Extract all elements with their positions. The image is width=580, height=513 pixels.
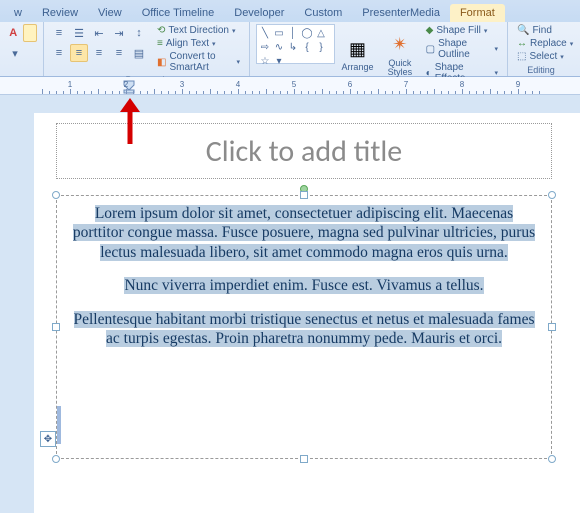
align-text-icon: ≡ — [157, 38, 163, 49]
tab-presentermedia[interactable]: PresenterMedia — [352, 4, 450, 22]
resize-handle-n[interactable] — [300, 191, 308, 199]
shape-arrow-icon: ⇨ — [259, 41, 271, 53]
decrease-indent-icon[interactable]: ⇤ — [90, 24, 108, 42]
chevron-down-icon: ▾ — [494, 45, 498, 53]
title-placeholder[interactable]: Click to add title — [56, 123, 552, 179]
shape-outline-icon: ▢ — [426, 44, 435, 55]
replace-icon: ↔ — [517, 38, 527, 49]
shape-oval-icon: ◯ — [301, 27, 313, 39]
shape-star-icon: ☆ — [259, 55, 271, 67]
title-placeholder-text: Click to add title — [206, 133, 402, 170]
shape-conn-icon: ↳ — [287, 41, 299, 53]
numbering-icon[interactable]: ☰ — [70, 24, 88, 42]
tab-review[interactable]: Review — [32, 4, 88, 22]
chevron-down-icon: ▾ — [494, 69, 498, 77]
ribbon: A ▾ ≡ ☰ ⇤ ⇥ ↕ ≡ ≡ ≡ ≡ — [0, 22, 580, 77]
shapes-gallery[interactable]: ╲ ▭ │ ◯ △ ⇨ ∿ ↳ { } ☆ ▾ — [256, 24, 335, 64]
shape-outline-button[interactable]: ▢ Shape Outline ▾ — [423, 37, 501, 61]
ribbon-group-drawing: ╲ ▭ │ ◯ △ ⇨ ∿ ↳ { } ☆ ▾ ▦ Arrange ✴ Quic… — [250, 22, 508, 76]
chevron-down-icon: ▾ — [570, 40, 574, 48]
resize-handle-se[interactable] — [548, 455, 556, 463]
tab-w[interactable]: w — [4, 4, 32, 22]
text-direction-icon: ⟲ — [157, 25, 165, 36]
align-right-icon[interactable]: ≡ — [90, 44, 108, 62]
resize-handle-ne[interactable] — [548, 191, 556, 199]
ruler-number: 1 — [68, 80, 72, 89]
arrange-button[interactable]: ▦ Arrange — [338, 24, 377, 85]
replace-button[interactable]: ↔ Replace ▾ — [514, 37, 568, 50]
shape-fill-icon: ◆ — [426, 25, 434, 36]
resize-handle-w[interactable] — [52, 323, 60, 331]
ruler-number: 8 — [460, 80, 464, 89]
ruler-number: 5 — [292, 80, 296, 89]
find-icon: 🔍 — [517, 25, 529, 36]
tab-custom[interactable]: Custom — [294, 4, 352, 22]
tab-office-timeline[interactable]: Office Timeline — [132, 4, 225, 22]
columns-icon[interactable]: ▤ — [130, 44, 148, 62]
line-spacing-icon[interactable]: ↕ — [130, 24, 148, 42]
quick-styles-icon: ✴ — [388, 33, 412, 57]
resize-handle-s[interactable] — [300, 455, 308, 463]
text-direction-button[interactable]: ⟲ Text Direction ▾ — [154, 24, 243, 37]
horizontal-ruler[interactable]: 1 2 3 4 5 6 7 8 9 — [0, 77, 580, 95]
ribbon-group-font-partial: A ▾ — [0, 22, 44, 76]
ruler-number: 6 — [348, 80, 352, 89]
justify-icon[interactable]: ≡ — [110, 44, 128, 62]
ruler-number: 2 — [124, 80, 128, 89]
shape-tri-icon: △ — [315, 27, 327, 39]
ruler-number: 7 — [404, 80, 408, 89]
slide[interactable]: Click to add title Lorem ipsum dolor sit… — [34, 113, 580, 513]
ruler-number: 9 — [516, 80, 520, 89]
chevron-down-icon: ▾ — [560, 53, 564, 61]
increase-indent-icon[interactable]: ⇥ — [110, 24, 128, 42]
paragraph-3[interactable]: Pellentesque habitant morbi tristique se… — [71, 310, 537, 349]
chevron-down-icon: ▾ — [484, 27, 488, 35]
shape-fill-button[interactable]: ◆ Shape Fill ▾ — [423, 24, 501, 37]
slide-canvas[interactable]: Click to add title Lorem ipsum dolor sit… — [0, 95, 580, 513]
highlight-color-icon[interactable] — [23, 24, 38, 42]
align-left-icon[interactable]: ≡ — [50, 44, 68, 62]
ruler-number: 4 — [236, 80, 240, 89]
ribbon-group-editing: 🔍 Find ↔ Replace ▾ ⬚ Select ▾ Editing — [508, 22, 574, 76]
group-label-editing: Editing — [514, 64, 568, 75]
convert-smartart-button[interactable]: ◧ Convert to SmartArt ▾ — [154, 50, 243, 74]
find-button[interactable]: 🔍 Find — [514, 24, 568, 37]
shape-curve-icon: ∿ — [273, 41, 285, 53]
chevron-down-icon: ▾ — [212, 40, 216, 48]
align-text-button[interactable]: ≡ Align Text ▾ — [154, 37, 243, 50]
shape-rect-icon: ▭ — [273, 27, 285, 39]
shape-line-icon: ╲ — [259, 27, 271, 39]
ribbon-group-paragraph: ≡ ☰ ⇤ ⇥ ↕ ≡ ≡ ≡ ≡ ▤ ⟲ Text Direction — [44, 22, 250, 76]
shape-brace-icon: { — [301, 41, 313, 53]
chevron-down-icon: ▾ — [236, 58, 240, 66]
shape-brace2-icon: } — [315, 41, 327, 53]
tab-format[interactable]: Format — [450, 4, 505, 22]
shape-lline-icon: │ — [287, 27, 299, 39]
paragraph-1[interactable]: Lorem ipsum dolor sit amet, consectetuer… — [71, 204, 537, 262]
paragraph-2[interactable]: Nunc viverra imperdiet enim. Fusce est. … — [71, 276, 537, 295]
bullets-icon[interactable]: ≡ — [50, 24, 68, 42]
chevron-down-icon: ▾ — [232, 27, 236, 35]
font-color-icon[interactable]: A — [6, 24, 21, 42]
content-placeholder[interactable]: Lorem ipsum dolor sit amet, consectetuer… — [56, 195, 552, 459]
ruler-number: 3 — [180, 80, 184, 89]
quick-styles-button[interactable]: ✴ Quick Styles — [380, 24, 419, 85]
shape-more-icon: ▾ — [273, 55, 285, 67]
tab-developer[interactable]: Developer — [224, 4, 294, 22]
align-center-icon[interactable]: ≡ — [70, 44, 88, 62]
smartart-icon: ◧ — [157, 57, 166, 68]
resize-handle-nw[interactable] — [52, 191, 60, 199]
resize-handle-sw[interactable] — [52, 455, 60, 463]
ribbon-tabs: w Review View Office Timeline Developer … — [0, 0, 580, 22]
select-button[interactable]: ⬚ Select ▾ — [514, 50, 568, 63]
tab-view[interactable]: View — [88, 4, 132, 22]
dropdown-caret-font[interactable]: ▾ — [6, 44, 24, 62]
text-cursor-bar — [57, 406, 61, 444]
move-handle-icon[interactable]: ✥ — [40, 431, 56, 447]
select-icon: ⬚ — [517, 51, 526, 62]
arrange-icon: ▦ — [345, 37, 369, 61]
resize-handle-e[interactable] — [548, 323, 556, 331]
